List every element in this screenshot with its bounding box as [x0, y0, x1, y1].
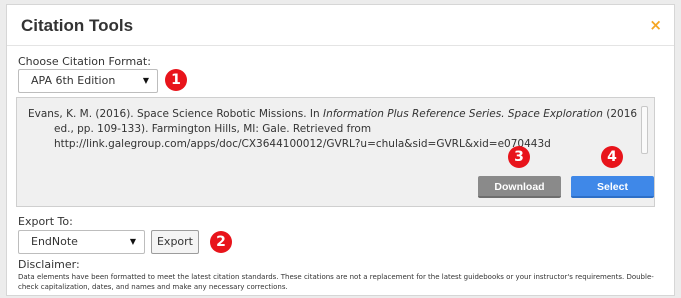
export-format-value: EndNote — [31, 235, 78, 248]
download-button[interactable]: Download — [478, 176, 561, 198]
citation-text: Evans, K. M. (2016). Space Science Robot… — [28, 107, 640, 152]
dropdown-arrow-icon: ▼ — [142, 76, 149, 85]
dialog-title: Citation Tools — [21, 16, 134, 35]
annotation-badge-2: 2 — [210, 231, 232, 253]
citation-series-title: Information Plus Reference Series. Space… — [322, 108, 603, 120]
citation-format-label: Choose Citation Format: — [18, 55, 151, 68]
dropdown-arrow-icon: ▼ — [129, 237, 136, 246]
annotation-badge-3: 3 — [508, 146, 530, 168]
citation-format-value: APA 6th Edition — [31, 74, 116, 87]
close-icon[interactable]: × — [649, 18, 662, 33]
disclaimer-text: Data elements have been formatted to mee… — [18, 273, 654, 291]
citation-author-year: Evans, K. M. (2016). Space Science Robot… — [28, 108, 323, 120]
export-to-label: Export To: — [18, 215, 73, 228]
citation-scrollbar[interactable] — [641, 106, 648, 154]
title-divider — [7, 45, 674, 46]
citation-tools-dialog: Citation Tools × Choose Citation Format:… — [6, 4, 675, 296]
disclaimer-heading: Disclaimer: — [18, 258, 80, 271]
annotation-badge-1: 1 — [165, 69, 187, 91]
export-format-select[interactable]: EndNote ▼ — [18, 230, 145, 254]
export-button[interactable]: Export — [151, 230, 199, 254]
select-button[interactable]: Select — [571, 176, 654, 198]
annotation-badge-4: 4 — [601, 146, 623, 168]
citation-format-select[interactable]: APA 6th Edition ▼ — [18, 69, 158, 93]
citation-preview-box: Evans, K. M. (2016). Space Science Robot… — [16, 97, 655, 207]
